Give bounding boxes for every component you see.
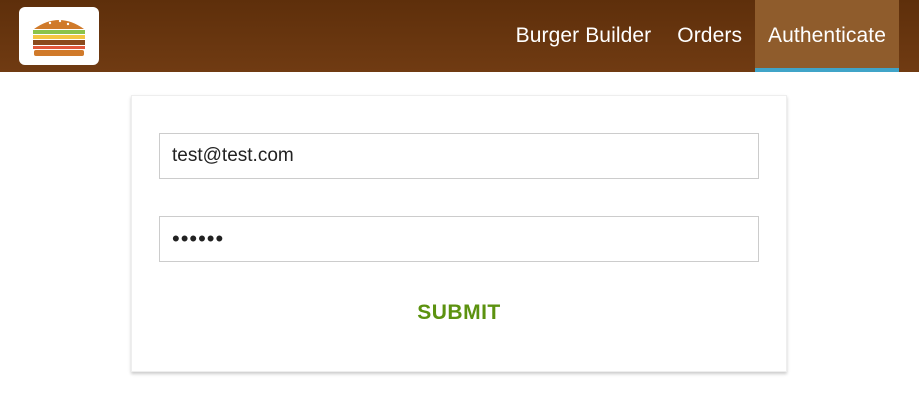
nav-authenticate[interactable]: Authenticate <box>755 0 899 72</box>
password-field[interactable] <box>159 216 759 262</box>
burger-logo-icon <box>33 19 85 56</box>
nav-burger-builder[interactable]: Burger Builder <box>503 0 665 72</box>
submit-button[interactable]: SUBMIT <box>132 301 786 325</box>
email-field[interactable] <box>159 133 759 179</box>
nav-orders[interactable]: Orders <box>664 0 755 72</box>
main-nav: Burger Builder Orders Authenticate <box>503 0 899 72</box>
auth-card: SUBMIT <box>131 95 787 372</box>
toolbar: Burger Builder Orders Authenticate <box>0 0 919 72</box>
logo[interactable] <box>19 7 99 65</box>
